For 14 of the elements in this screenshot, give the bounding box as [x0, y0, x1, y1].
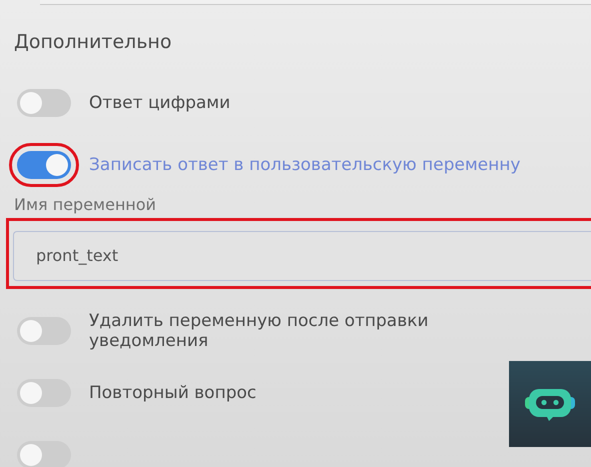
- toggle-switch[interactable]: [17, 89, 71, 117]
- bot-logo-badge[interactable]: [509, 361, 591, 447]
- toggle-label: Удалить переменную после отправки уведомления: [89, 311, 430, 351]
- robot-icon: [525, 387, 575, 421]
- field-label: Имя переменной: [14, 195, 158, 214]
- toggle-label: Повторный вопрос: [89, 383, 256, 403]
- input-field[interactable]: pront_text: [13, 231, 591, 281]
- toggle-switch[interactable]: [17, 317, 71, 345]
- toggle-switch[interactable]: [17, 379, 71, 407]
- toggle-label: Ответ цифрами: [89, 93, 230, 113]
- toggle-label: Записать ответ в пользовательскую переменну: [89, 155, 520, 175]
- toggle-switch[interactable]: [17, 151, 71, 179]
- section-title: Дополнительно: [13, 30, 173, 55]
- toggle-switch[interactable]: [17, 441, 71, 467]
